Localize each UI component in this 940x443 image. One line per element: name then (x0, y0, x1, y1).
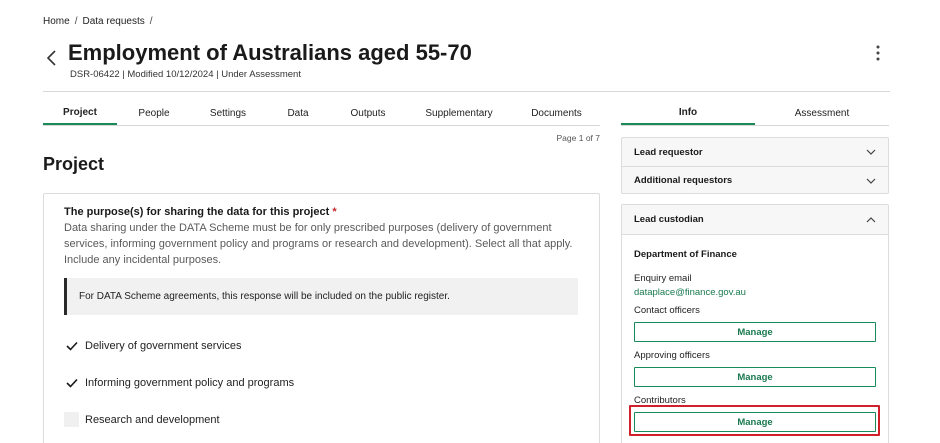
side-tabs: Info Assessment (621, 101, 889, 126)
tab-documents[interactable]: Documents (513, 102, 600, 125)
public-register-notice: For DATA Scheme agreements, this respons… (64, 278, 578, 315)
chevron-left-icon[interactable] (44, 48, 60, 68)
breadcrumb-separator: / (149, 16, 153, 27)
checkbox-unchecked[interactable] (64, 412, 79, 427)
tab-supplementary[interactable]: Supplementary (405, 102, 513, 125)
accordion-additional-requestors[interactable]: Additional requestors (622, 166, 888, 194)
chevron-down-icon (866, 149, 876, 155)
checkbox-checked[interactable] (64, 375, 79, 390)
tab-settings[interactable]: Settings (191, 102, 265, 125)
requestor-accordions: Lead requestor Additional requestors (621, 137, 889, 194)
breadcrumb: Home / Data requests / (43, 16, 153, 27)
manage-contributors-button[interactable]: Manage (634, 412, 876, 432)
contact-officers-label: Contact officers (634, 305, 700, 316)
accordion-label: Additional requestors (634, 175, 733, 186)
required-marker: * (332, 206, 337, 218)
question-description: Data sharing under the DATA Scheme must … (64, 222, 573, 266)
question-title-text: The purpose(s) for sharing the data for … (64, 206, 330, 218)
checkmark-icon (65, 341, 78, 351)
contributors-label: Contributors (634, 395, 686, 406)
checkmark-icon (65, 378, 78, 388)
accordion-lead-requestor[interactable]: Lead requestor (622, 138, 888, 166)
option-label: Research and development (85, 413, 220, 426)
breadcrumb-data-requests[interactable]: Data requests (82, 16, 144, 27)
option-delivery-of-government-services[interactable]: Delivery of government services (64, 338, 364, 353)
enquiry-email-label: Enquiry email (634, 273, 692, 284)
accordion-label: Lead requestor (634, 146, 703, 158)
manage-approving-officers-button[interactable]: Manage (634, 367, 876, 387)
chevron-up-icon (866, 216, 876, 222)
option-label: Delivery of government services (85, 339, 242, 352)
tab-project[interactable]: Project (43, 102, 117, 125)
tab-info[interactable]: Info (621, 101, 755, 125)
breadcrumb-separator: / (74, 16, 78, 27)
option-research-and-development[interactable]: Research and development (64, 412, 364, 427)
custodian-organisation: Department of Finance (634, 249, 737, 260)
main-tabs: Project People Settings Data Outputs Sup… (43, 102, 600, 126)
page-title: Employment of Australians aged 55-70 (68, 40, 472, 65)
option-informing-government-policy[interactable]: Informing government policy and programs (64, 375, 364, 390)
lead-custodian-panel: Lead custodian Department of Finance Enq… (621, 204, 889, 443)
question-title: The purpose(s) for sharing the data for … (64, 206, 337, 218)
option-label: Informing government policy and programs (85, 376, 295, 389)
manage-contact-officers-button[interactable]: Manage (634, 322, 876, 342)
more-vertical-icon[interactable] (872, 44, 884, 62)
approving-officers-label: Approving officers (634, 350, 710, 361)
tab-assessment[interactable]: Assessment (755, 101, 889, 125)
accordion-label: Lead custodian (634, 214, 704, 225)
breadcrumb-home[interactable]: Home (43, 16, 70, 27)
section-title: Project (43, 154, 105, 174)
tab-outputs[interactable]: Outputs (331, 102, 405, 125)
tab-people[interactable]: People (117, 102, 191, 125)
accordion-lead-custodian[interactable]: Lead custodian (622, 205, 888, 235)
chevron-down-icon (866, 178, 876, 184)
tab-data[interactable]: Data (265, 102, 331, 125)
enquiry-email-link[interactable]: dataplace@finance.gov.au (634, 287, 746, 298)
purpose-question-card: The purpose(s) for sharing the data for … (43, 193, 600, 443)
checkbox-checked[interactable] (64, 338, 79, 353)
page-count: Page 1 of 7 (556, 133, 600, 143)
header-divider (43, 91, 890, 92)
request-meta: DSR-06422 | Modified 10/12/2024 | Under … (70, 69, 301, 80)
